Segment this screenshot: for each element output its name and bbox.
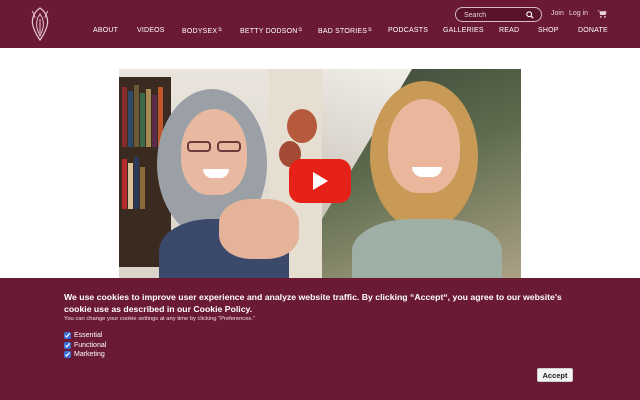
woman-left [181, 109, 247, 195]
nav-betty-dodson[interactable]: BETTY DODSON⧉ [240, 27, 302, 35]
search-box[interactable] [455, 7, 542, 22]
marketing-checkbox[interactable] [64, 351, 71, 358]
cookie-preferences-note: You can change your cookie settings at a… [64, 316, 255, 322]
cookie-banner: We use cookies to improve user experienc… [0, 278, 640, 400]
cookie-message: We use cookies to improve user experienc… [64, 292, 562, 314]
search-input[interactable] [464, 9, 526, 21]
external-link-icon: ⧉ [218, 27, 223, 33]
nav-shop[interactable]: SHOP [538, 27, 559, 34]
video-thumbnail-right [322, 69, 521, 299]
accept-button[interactable]: Accept [537, 368, 573, 382]
nav-galleries[interactable]: GALLERIES [443, 27, 484, 34]
cart-icon[interactable] [597, 9, 607, 18]
video-player[interactable] [119, 69, 521, 299]
functional-checkbox[interactable] [64, 342, 71, 349]
youtube-play-icon[interactable] [289, 159, 351, 203]
nav-bad-stories[interactable]: BAD STORIES⧉ [318, 27, 372, 35]
essential-checkbox[interactable] [64, 332, 71, 339]
external-link-icon: ⧉ [368, 27, 372, 33]
search-icon[interactable] [526, 11, 534, 19]
join-link[interactable]: Join [551, 10, 564, 17]
cookie-option-functional[interactable]: Functional [64, 342, 106, 349]
nav-podcasts[interactable]: PODCASTS [388, 27, 428, 34]
nav-about[interactable]: ABOUT [93, 27, 118, 34]
login-link[interactable]: Log in [569, 10, 588, 17]
ornamental-flower-logo[interactable] [29, 6, 51, 42]
external-link-icon: ⧉ [298, 27, 303, 33]
woman-right [388, 99, 460, 193]
cookie-option-marketing[interactable]: Marketing [64, 351, 105, 358]
nav-donate[interactable]: DONATE [578, 27, 608, 34]
nav-bodysex[interactable]: BODYSEX⧉ [182, 27, 222, 35]
site-header: Join Log in ABOUT VIDEOS BODYSEX⧉ BETTY … [0, 0, 640, 48]
cookie-option-essential[interactable]: Essential [64, 332, 102, 339]
nav-videos[interactable]: VIDEOS [137, 27, 165, 34]
nav-read[interactable]: READ [499, 27, 519, 34]
